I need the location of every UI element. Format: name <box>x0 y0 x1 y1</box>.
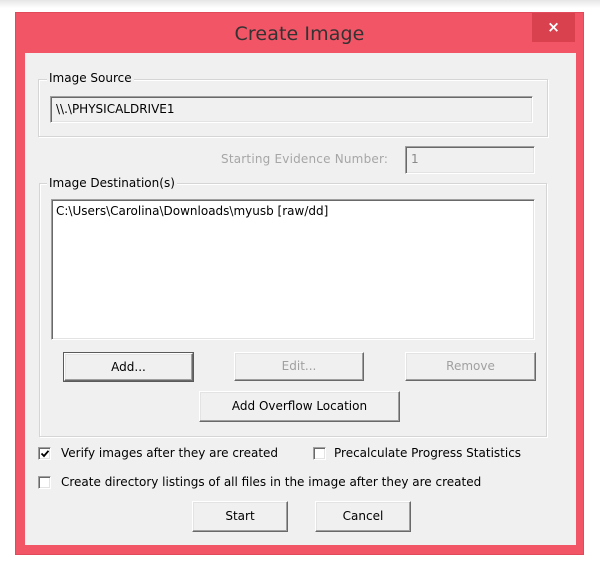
image-source-field[interactable]: \\.\PHYSICALDRIVE1 <box>50 96 533 123</box>
close-button[interactable]: × <box>532 13 575 42</box>
destinations-list[interactable]: C:\Users\Carolina\Downloads\myusb [raw/d… <box>51 199 535 340</box>
cancel-button[interactable]: Cancel <box>315 501 411 532</box>
remove-destination-button[interactable]: Remove <box>405 352 536 381</box>
starting-evidence-number-label: Starting Evidence Number: <box>221 152 389 166</box>
add-destination-label: Add... <box>111 360 146 374</box>
directory-listings-checkbox[interactable] <box>38 476 51 489</box>
image-source-label: Image Source <box>47 71 134 85</box>
cancel-label: Cancel <box>342 509 384 523</box>
add-overflow-location-button[interactable]: Add Overflow Location <box>199 391 400 422</box>
dialog-title: Create Image <box>234 23 365 45</box>
close-icon: × <box>547 18 560 36</box>
starting-evidence-number-field[interactable]: 1 <box>405 146 535 174</box>
create-image-dialog: Create Image × Image Source \\.\PHYSICAL… <box>15 12 584 555</box>
background-strip <box>0 0 600 8</box>
add-overflow-location-label: Add Overflow Location <box>231 399 368 413</box>
screen: Create Image × Image Source \\.\PHYSICAL… <box>0 0 600 565</box>
edit-destination-button[interactable]: Edit... <box>234 352 364 381</box>
remove-destination-label: Remove <box>446 359 495 373</box>
verify-images-checkbox[interactable] <box>38 447 51 460</box>
directory-listings-label[interactable]: Create directory listings of all files i… <box>61 475 481 489</box>
image-destinations-label: Image Destination(s) <box>47 176 177 190</box>
start-button[interactable]: Start <box>192 501 288 532</box>
add-destination-button[interactable]: Add... <box>63 352 194 382</box>
dialog-body: Image Source \\.\PHYSICALDRIVE1 Starting… <box>25 53 576 545</box>
destination-list-item[interactable]: C:\Users\Carolina\Downloads\myusb [raw/d… <box>56 203 530 219</box>
edit-destination-label: Edit... <box>281 359 317 373</box>
precalculate-progress-label[interactable]: Precalculate Progress Statistics <box>334 446 521 460</box>
precalculate-progress-checkbox[interactable] <box>313 447 326 460</box>
start-label: Start <box>225 509 255 523</box>
verify-images-label[interactable]: Verify images after they are created <box>61 446 278 460</box>
checkmark-icon <box>40 450 50 458</box>
